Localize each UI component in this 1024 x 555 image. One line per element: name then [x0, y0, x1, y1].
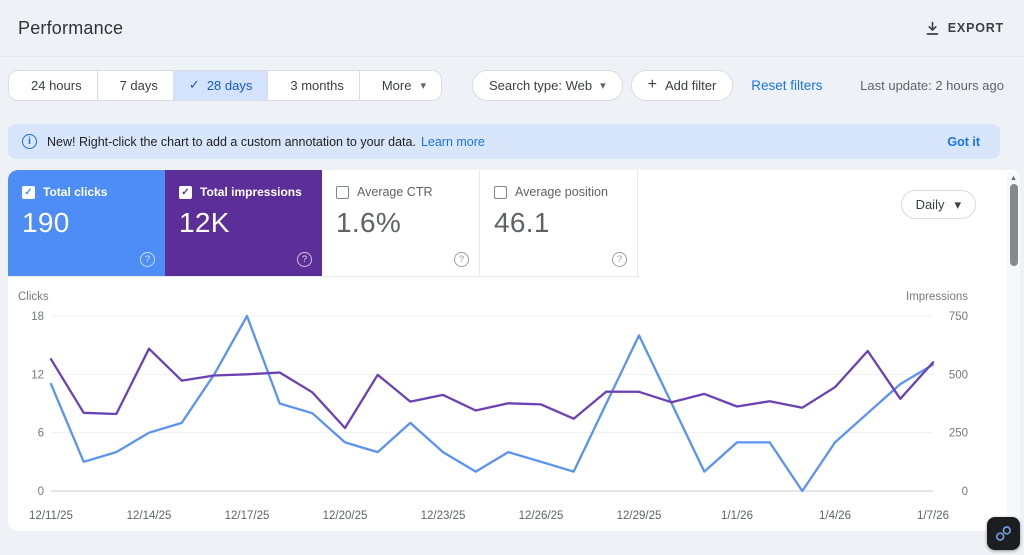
metric-value: 1.6%: [336, 207, 402, 238]
search-type-label: Search type: Web: [489, 77, 593, 93]
line-chart-svg: 18 12 6 0 750 500 250 0 Clicks Impressions 12/11/2…: [18, 291, 968, 522]
link-icon: [994, 524, 1013, 543]
date-range-label: 7 days: [119, 77, 158, 93]
metric-label: Average CTR: [357, 185, 433, 199]
svg-text:12/17/25: 12/17/25: [225, 510, 270, 522]
metric-tile-average-ctr[interactable]: Average CTR 1.6% ?: [322, 170, 480, 276]
metric-tile-total-clicks[interactable]: ✓ Total clicks 190 ?: [8, 170, 165, 276]
svg-text:1/4/26: 1/4/26: [819, 510, 851, 522]
date-range-more[interactable]: More ▾: [359, 70, 441, 100]
info-icon: i: [22, 134, 37, 149]
download-icon: [925, 21, 940, 36]
performance-card: ✓ Total clicks 190 ? ✓ Total impressions…: [8, 170, 1020, 531]
date-range-7-days[interactable]: 7 days: [97, 70, 174, 100]
date-range-3-months[interactable]: 3 months: [268, 70, 360, 100]
metric-label: Total clicks: [43, 185, 108, 199]
svg-text:12/14/25: 12/14/25: [127, 510, 172, 522]
export-button[interactable]: EXPORT: [925, 21, 1004, 36]
page-title: Performance: [18, 17, 124, 38]
plus-icon: +: [647, 76, 657, 93]
checkbox-total-clicks[interactable]: ✓: [22, 185, 35, 199]
metric-tile-average-position[interactable]: Average position 46.1 ?: [480, 170, 638, 276]
add-filter-button[interactable]: + Add filter: [630, 69, 734, 101]
chevron-down-icon: ▾: [600, 79, 606, 92]
svg-text:12: 12: [31, 369, 44, 381]
metric-label: Average position: [515, 185, 608, 199]
svg-text:750: 750: [949, 311, 968, 323]
svg-text:12/26/25: 12/26/25: [519, 510, 564, 522]
date-range-label: 3 months: [290, 77, 344, 93]
svg-text:18: 18: [31, 311, 44, 323]
chevron-down-icon: ▾: [420, 79, 426, 92]
metric-value: 46.1: [494, 207, 550, 238]
svg-text:12/23/25: 12/23/25: [421, 510, 466, 522]
check-icon: ✓: [188, 77, 200, 92]
metric-tiles: ✓ Total clicks 190 ? ✓ Total impressions…: [8, 170, 639, 277]
date-range-label: 28 days: [206, 77, 253, 93]
svg-text:250: 250: [949, 428, 968, 440]
metric-value: 190: [22, 207, 70, 238]
help-icon[interactable]: ?: [140, 252, 155, 267]
granularity-dropdown[interactable]: Daily ▾: [900, 190, 976, 219]
help-icon[interactable]: ?: [454, 252, 469, 267]
svg-text:0: 0: [38, 486, 44, 498]
svg-text:1/1/26: 1/1/26: [721, 510, 753, 522]
date-range-28-days[interactable]: ✓ 28 days: [173, 70, 269, 100]
metric-value: 12K: [179, 207, 230, 238]
date-range-group: 24 hours 7 days ✓ 28 days 3 months More ▾: [8, 69, 442, 101]
filter-toolbar: 24 hours 7 days ✓ 28 days 3 months More ▾ …: [0, 57, 1024, 113]
performance-chart[interactable]: 18 12 6 0 750 500 250 0 Clicks Impressions 12/11/2…: [8, 288, 1016, 531]
reset-filters-link[interactable]: Reset filters: [751, 78, 822, 93]
svg-text:Impressions: Impressions: [906, 291, 968, 303]
date-range-24-hours[interactable]: 24 hours: [9, 70, 98, 100]
svg-text:0: 0: [962, 486, 968, 498]
checkbox-average-position[interactable]: [494, 185, 507, 199]
header: Performance EXPORT: [0, 0, 1024, 57]
checkbox-total-impressions[interactable]: ✓: [179, 185, 192, 199]
metric-tile-total-impressions[interactable]: ✓ Total impressions 12K ?: [165, 170, 322, 276]
got-it-button[interactable]: Got it: [947, 135, 980, 149]
help-icon[interactable]: ?: [612, 252, 627, 267]
date-range-label: More: [381, 77, 412, 93]
last-update-text: Last update: 2 hours ago: [860, 77, 1004, 93]
metric-label: Total impressions: [200, 185, 302, 199]
date-range-label: 24 hours: [31, 77, 82, 93]
svg-text:500: 500: [949, 369, 968, 381]
svg-text:12/20/25: 12/20/25: [323, 510, 368, 522]
chevron-down-icon: ▾: [954, 196, 961, 212]
svg-text:12/11/25: 12/11/25: [29, 510, 73, 522]
search-type-dropdown[interactable]: Search type: Web ▾: [472, 69, 623, 101]
scrollbar-thumb[interactable]: [1009, 184, 1018, 266]
svg-text:12/29/25: 12/29/25: [617, 510, 662, 522]
export-label: EXPORT: [947, 21, 1004, 35]
add-filter-label: Add filter: [664, 77, 717, 93]
link-badge[interactable]: [987, 517, 1020, 550]
help-icon[interactable]: ?: [297, 252, 312, 267]
granularity-label: Daily: [915, 197, 945, 212]
scrollbar-up-arrow[interactable]: ▲: [1007, 172, 1020, 184]
svg-text:Clicks: Clicks: [18, 291, 49, 303]
vertical-scrollbar[interactable]: ▲: [1007, 172, 1020, 529]
annotation-banner: i New! Right-click the chart to add a cu…: [8, 124, 1000, 159]
checkbox-average-ctr[interactable]: [336, 185, 349, 199]
svg-text:6: 6: [38, 428, 44, 440]
banner-message: New! Right-click the chart to add a cust…: [47, 134, 416, 149]
learn-more-link[interactable]: Learn more: [421, 135, 485, 149]
svg-text:1/7/26: 1/7/26: [917, 510, 949, 522]
